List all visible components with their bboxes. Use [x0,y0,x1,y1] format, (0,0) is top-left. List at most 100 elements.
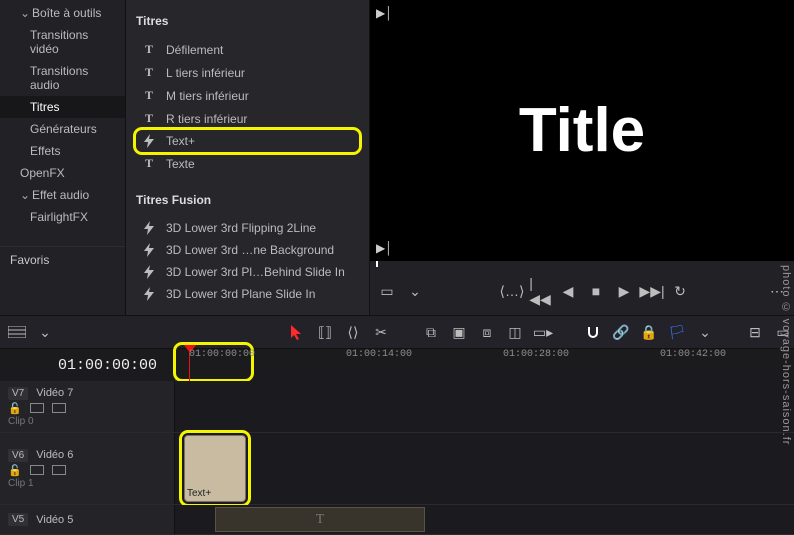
chevron-down-icon[interactable]: ⌄ [408,284,422,298]
preset-fusion-2[interactable]: 3D Lower 3rd Pl…Behind Slide In [136,261,359,283]
sidebar-item-effets[interactable]: Effets [0,140,125,162]
preset-fusion-1[interactable]: 3D Lower 3rd …ne Background [136,239,359,261]
blade-tool-icon[interactable]: ✂ [372,323,390,341]
time-ruler[interactable]: 01:00:00:00 01:00:14:00 01:00:28:00 01:0… [175,349,794,381]
viewer-pane: ▶│ ▶│ Title ▭ ⌄ ⟨…⟩ |◀◀ ◀ ■ ▶ ▶▶| ↻ ⋯ [370,0,794,315]
track-name: Vidéo 6 [36,449,73,461]
clip-text-plus[interactable]: Text+ [184,435,246,502]
track-body[interactable]: T [175,505,794,534]
preset-label: Text+ [166,134,195,148]
preset-r-tiers[interactable]: TR tiers inférieur [136,107,359,130]
timeline-view-icon[interactable] [8,323,26,341]
preset-m-tiers[interactable]: TM tiers inférieur [136,84,359,107]
viewer-canvas[interactable]: ▶│ ▶│ Title [370,0,794,261]
clip-label: Text+ [187,488,243,499]
text-icon: T [140,111,158,126]
track-v7: V7Vidéo 7 🔓 Clip 0 [0,381,794,433]
sidebar-item-titres[interactable]: Titres [0,96,125,118]
in-marker[interactable] [376,261,378,267]
overwrite-icon[interactable]: ▣ [450,323,468,341]
sidebar-item-openfx[interactable]: OpenFX [0,162,125,184]
flag-icon[interactable]: 🏳 [668,323,686,341]
bolt-icon [140,243,158,257]
timeline-toolbar: ⌄ ⟦⟧ ⟨⟩ ✂ ⧉ ▣ ⧈ ◫ ▭▸ 🔗 🔒 🏳 ⌄ ⊟ ▭ [0,315,794,349]
timeline-area: ⌄ ⟦⟧ ⟨⟩ ✂ ⧉ ▣ ⧈ ◫ ▭▸ 🔗 🔒 🏳 ⌄ ⊟ ▭ [0,315,794,531]
sidebar-item-fairlightfx[interactable]: FairlightFX [0,206,125,228]
preset-fusion-0[interactable]: 3D Lower 3rd Flipping 2Line [136,217,359,239]
auto-select-icon[interactable] [30,403,44,413]
preset-label: L tiers inférieur [166,66,245,80]
viewer-transport: ▭ ⌄ ⟨…⟩ |◀◀ ◀ ■ ▶ ▶▶| ↻ ⋯ [370,267,794,315]
snap-icon[interactable] [584,323,602,341]
audio-group-header[interactable]: ⌄ Effet audio [0,184,125,206]
go-end-icon[interactable]: ▶▶| [645,284,659,298]
track-header[interactable]: V5Vidéo 5 [0,505,175,534]
crop-icon[interactable]: ▭ [380,284,394,298]
presets-titres-header: Titres [136,14,359,28]
lock-icon[interactable]: 🔓 [8,402,22,415]
go-start-icon[interactable]: |◀◀ [533,284,547,298]
auto-select-icon[interactable] [30,465,44,475]
track-header[interactable]: V6 Vidéo 6 🔓 Clip 1 [0,433,175,504]
lock-icon[interactable]: 🔒 [640,323,658,341]
sidebar-item-transitions-audio[interactable]: Transitions audio [0,60,125,96]
clip-count: Clip 1 [8,478,166,489]
effects-sidebar: ⌄ Boîte à outils Transitions vidéo Trans… [0,0,125,315]
text-icon: T [140,65,158,80]
dynamic-trim-icon[interactable]: ⟨⟩ [344,323,362,341]
bolt-icon [140,287,158,301]
play-icon[interactable]: ▶ [617,284,631,298]
replace-icon[interactable]: ⧈ [478,323,496,341]
preset-fusion-3[interactable]: 3D Lower 3rd Plane Slide In [136,283,359,305]
lock-icon[interactable]: 🔓 [8,464,22,477]
current-timecode[interactable]: 01:00:00:00 [58,357,157,374]
track-v6: V6 Vidéo 6 🔓 Clip 1 Text+ [0,433,794,505]
jump-last-icon[interactable]: ▶│ [376,241,393,255]
text-icon: T [316,512,325,528]
preset-text-plus[interactable]: Text+ [136,130,359,152]
selection-tool-icon[interactable] [288,323,306,341]
loop-icon[interactable]: ↻ [673,284,687,298]
step-back-icon[interactable]: ◀ [561,284,575,298]
viewer-title-text: Title [519,95,645,166]
stop-icon[interactable]: ■ [589,284,603,298]
prev-edit-icon[interactable]: ⟨…⟩ [505,284,519,298]
track-name: Vidéo 5 [36,514,73,526]
fit-to-fill-icon[interactable]: ◫ [506,323,524,341]
chevron-down-icon[interactable]: ⌄ [36,323,54,341]
favorites-header[interactable]: Favoris [0,246,125,273]
jump-last-icon[interactable]: ▶│ [376,6,393,20]
preset-l-tiers[interactable]: T L tiers inférieur [136,61,359,84]
clip-ghost[interactable]: T [215,507,425,532]
append-icon[interactable]: ▭▸ [534,323,552,341]
chevron-down-icon[interactable]: ⌄ [696,323,714,341]
preset-defilement[interactable]: TDéfilement [136,38,359,61]
text-icon: T [140,88,158,103]
watermark-text: photo © voyage-hors-saison.fr [780,265,792,445]
track-tag: V6 [8,449,28,462]
sidebar-item-transitions-video[interactable]: Transitions vidéo [0,24,125,60]
track-body[interactable]: Text+ [175,433,794,504]
preset-label: Défilement [166,43,223,57]
video-tracks: V7Vidéo 7 🔓 Clip 0 V6 Vidéo 6 🔓 Clip 1 Te… [0,381,794,535]
bolt-icon [140,134,158,148]
presets-fusion-header: Titres Fusion [136,193,359,207]
preset-label: Texte [166,157,195,171]
track-enable-icon[interactable] [52,403,66,413]
preset-texte[interactable]: TTexte [136,152,359,175]
link-icon[interactable]: 🔗 [612,323,630,341]
track-enable-icon[interactable] [52,465,66,475]
insert-icon[interactable]: ⧉ [422,323,440,341]
chevron-down-icon: ⌄ [20,188,28,202]
zoom-out-icon[interactable]: ⊟ [746,323,764,341]
trim-tool-icon[interactable]: ⟦⟧ [316,323,334,341]
ruler-tick: 01:00:42:00 [660,349,726,360]
track-body[interactable] [175,381,794,432]
track-name: Vidéo 7 [36,387,73,399]
preset-label: 3D Lower 3rd Plane Slide In [166,287,315,301]
title-presets-panel: Titres TDéfilement TL tiers inférieur TM… [125,0,370,315]
chevron-down-icon: ⌄ [20,6,28,20]
toolbox-group-header[interactable]: ⌄ Boîte à outils [0,2,125,24]
sidebar-item-generateurs[interactable]: Générateurs [0,118,125,140]
track-header[interactable]: V7Vidéo 7 🔓 Clip 0 [0,381,175,432]
